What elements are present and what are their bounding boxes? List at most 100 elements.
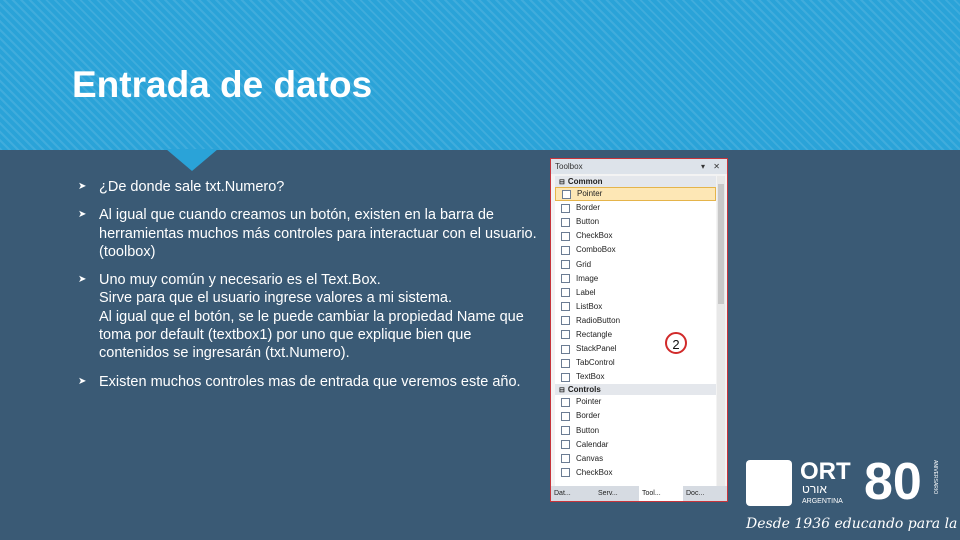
item-label: Calendar bbox=[576, 439, 609, 449]
image-icon bbox=[561, 274, 570, 284]
item-label: Button bbox=[576, 217, 600, 227]
slide-title: Entrada de datos bbox=[72, 64, 373, 105]
toolbox-item[interactable]: Canvas bbox=[555, 452, 716, 466]
header-notch bbox=[166, 149, 218, 171]
radiobutton-icon bbox=[561, 316, 570, 326]
arrow-bullet-icon: ➤ bbox=[78, 375, 87, 387]
toolbox-group-controls[interactable]: ⊟ Controls bbox=[555, 384, 716, 396]
bullet-item: ➤ ¿De donde sale txt.Numero? bbox=[78, 178, 540, 196]
toolbox-item[interactable]: Pointer bbox=[555, 395, 716, 409]
toolbox-item[interactable]: StackPanel bbox=[555, 342, 716, 356]
bullet-text: Existen muchos controles mas de entrada … bbox=[99, 373, 521, 390]
rectangle-icon bbox=[561, 330, 570, 340]
item-label: Grid bbox=[576, 259, 592, 269]
toolbox-list: ⊟ Common Pointer Border Button CheckBox C… bbox=[555, 176, 716, 486]
ort-logo: ORT אורט ARGENTINA 80 ANIVERSARIO Desde … bbox=[744, 453, 960, 536]
vertical-scrollbar[interactable] bbox=[717, 176, 725, 486]
combobox-icon bbox=[561, 245, 570, 255]
toolbox-item[interactable]: ListBox bbox=[555, 300, 716, 314]
item-label: ComboBox bbox=[576, 245, 616, 255]
pointer-icon bbox=[561, 397, 570, 407]
pointer-icon bbox=[562, 189, 571, 199]
arrow-bullet-icon: ➤ bbox=[78, 274, 87, 286]
canvas-icon bbox=[561, 454, 570, 464]
calendar-icon bbox=[561, 440, 570, 450]
arrow-bullet-icon: ➤ bbox=[78, 209, 87, 221]
label-icon bbox=[561, 288, 570, 298]
item-label: Rectangle bbox=[576, 329, 613, 339]
item-label: ListBox bbox=[576, 301, 603, 311]
border-icon bbox=[561, 411, 570, 421]
listbox-icon bbox=[561, 302, 570, 312]
annotation-number-badge: 2 bbox=[665, 332, 687, 354]
item-label: Border bbox=[576, 411, 601, 421]
item-label: Border bbox=[576, 203, 601, 213]
checkbox-icon bbox=[561, 468, 570, 478]
toolbox-tabs: Dat... Serv... Tool... Doc... bbox=[551, 486, 727, 501]
item-label: Button bbox=[576, 425, 600, 435]
logo-side-text: ANIVERSARIO bbox=[932, 460, 938, 495]
scrollbar-thumb[interactable] bbox=[718, 184, 724, 304]
grid-icon bbox=[561, 260, 570, 270]
item-label: Image bbox=[576, 273, 599, 283]
bullet-text: Uno muy común y necesario es el Text.Box… bbox=[99, 272, 524, 362]
item-label: TextBox bbox=[576, 372, 605, 382]
logo-anniversary: 80 bbox=[864, 453, 922, 511]
textbox-icon bbox=[561, 372, 570, 382]
tabcontrol-icon bbox=[561, 358, 570, 368]
window-controls[interactable]: ▾ ✕ bbox=[701, 159, 723, 174]
border-icon bbox=[561, 203, 570, 213]
toolbox-item[interactable]: ComboBox bbox=[555, 243, 716, 257]
toolbox-item[interactable]: Pointer bbox=[555, 187, 716, 202]
bullet-text: Al igual que cuando creamos un botón, ex… bbox=[99, 207, 537, 260]
toolbox-item[interactable]: TabControl bbox=[555, 356, 716, 370]
logo-country: ARGENTINA bbox=[802, 498, 843, 505]
logo-slogan: Desde 1936 educando para la vida. bbox=[746, 516, 960, 532]
item-label: Pointer bbox=[577, 189, 603, 199]
toolbox-group-common[interactable]: ⊟ Common bbox=[555, 176, 716, 187]
item-label: Pointer bbox=[576, 397, 602, 407]
item-label: TabControl bbox=[576, 358, 615, 368]
item-label: Canvas bbox=[576, 453, 604, 463]
ort-emblem-icon bbox=[746, 460, 792, 506]
toolbox-item[interactable]: CheckBox bbox=[555, 466, 716, 480]
button-icon bbox=[561, 217, 570, 227]
bullet-item: ➤ Existen muchos controles mas de entrada… bbox=[78, 373, 540, 391]
bullet-text: ¿De donde sale txt.Numero? bbox=[99, 179, 285, 195]
toolbox-item[interactable]: Image bbox=[555, 272, 716, 286]
toolbox-item[interactable]: Button bbox=[555, 215, 716, 229]
bullet-item: ➤ Uno muy común y necesario es el Text.Bo… bbox=[78, 271, 540, 362]
item-label: Label bbox=[576, 287, 596, 297]
tab-data[interactable]: Dat... bbox=[551, 486, 595, 501]
toolbox-item[interactable]: CheckBox bbox=[555, 229, 716, 243]
item-label: StackPanel bbox=[576, 344, 617, 354]
toolbox-item[interactable]: Calendar bbox=[555, 438, 716, 452]
toolbox-item[interactable]: Rectangle bbox=[555, 328, 716, 342]
toolbox-screenshot: Toolbox ▾ ✕ ⊟ Common Pointer Border Butto… bbox=[550, 158, 728, 502]
toolbox-item[interactable]: Button bbox=[555, 424, 716, 438]
collapse-icon: ⊟ bbox=[559, 179, 565, 186]
tab-server[interactable]: Serv... bbox=[595, 486, 639, 501]
item-label: RadioButton bbox=[576, 315, 621, 325]
arrow-bullet-icon: ➤ bbox=[78, 181, 87, 192]
toolbox-title: Toolbox bbox=[555, 162, 583, 171]
stackpanel-icon bbox=[561, 344, 570, 354]
item-label: CheckBox bbox=[576, 231, 613, 241]
toolbox-item[interactable]: Label bbox=[555, 286, 716, 300]
logo-hebrew: אורט bbox=[802, 482, 827, 496]
group-label: Common bbox=[567, 177, 603, 186]
tab-document[interactable]: Doc... bbox=[683, 486, 727, 501]
collapse-icon: ⊟ bbox=[559, 387, 565, 395]
toolbox-item[interactable]: RadioButton bbox=[555, 314, 716, 328]
toolbox-item[interactable]: Grid bbox=[555, 257, 716, 271]
tab-toolbox[interactable]: Tool... bbox=[639, 486, 683, 501]
item-label: CheckBox bbox=[576, 467, 613, 477]
toolbox-item[interactable]: Border bbox=[555, 409, 716, 423]
toolbox-titlebar: Toolbox ▾ ✕ bbox=[551, 159, 727, 174]
bullet-list: ➤ ¿De donde sale txt.Numero? ➤ Al igual qu… bbox=[78, 178, 540, 401]
group-label: Controls bbox=[567, 385, 601, 395]
toolbox-item[interactable]: TextBox bbox=[555, 370, 716, 384]
button-icon bbox=[561, 426, 570, 436]
bullet-item: ➤ Al igual que cuando creamos un botón, e… bbox=[78, 206, 540, 261]
toolbox-item[interactable]: Border bbox=[555, 201, 716, 215]
